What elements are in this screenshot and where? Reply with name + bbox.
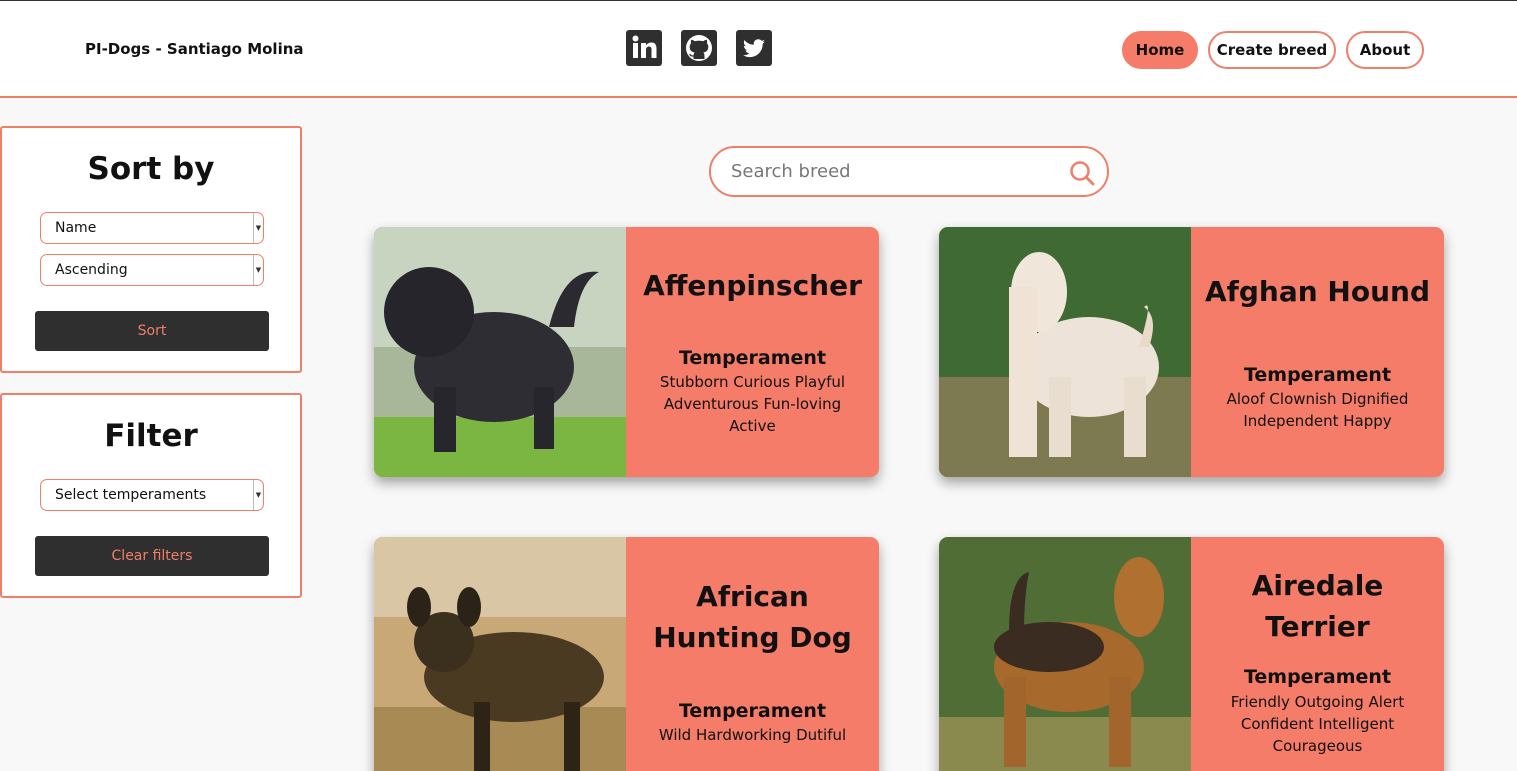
- sort-order-select[interactable]: Ascending ▼: [40, 254, 264, 286]
- chevron-down-icon: ▼: [253, 255, 263, 285]
- search-input[interactable]: [731, 161, 1061, 182]
- nav-home-button[interactable]: Home: [1122, 31, 1198, 69]
- breed-image: [374, 227, 626, 477]
- sort-field-value: Name: [55, 220, 97, 236]
- temperament-heading: Temperament: [1243, 364, 1392, 386]
- chevron-down-icon: ▼: [253, 213, 263, 243]
- temperament-heading: Temperament: [678, 700, 827, 722]
- breed-card[interactable]: Affenpinscher Temperament Stubborn Curio…: [374, 227, 879, 477]
- breed-name: Airedale Terrier: [1251, 569, 1384, 643]
- breed-image: [939, 227, 1191, 477]
- clear-filters-button[interactable]: Clear filters: [35, 536, 269, 576]
- github-icon[interactable]: [681, 30, 717, 66]
- filter-panel: Filter Select temperaments ▼ Clear filte…: [0, 393, 302, 598]
- sort-button[interactable]: Sort: [35, 311, 269, 351]
- breed-card[interactable]: Airedale Terrier Temperament Friendly Ou…: [939, 537, 1444, 771]
- sort-title: Sort by: [87, 151, 215, 187]
- temperament-heading: Temperament: [678, 347, 827, 369]
- nav-about-button[interactable]: About: [1346, 31, 1424, 69]
- breed-name: African Hunting Dog: [653, 580, 852, 654]
- sort-order-value: Ascending: [55, 262, 128, 278]
- breed-image: [939, 537, 1191, 771]
- breed-info: Airedale Terrier Temperament Friendly Ou…: [1191, 537, 1444, 771]
- temperament-list: Wild Hardworking Dutiful: [658, 726, 847, 744]
- breed-info: Affenpinscher Temperament Stubborn Curio…: [626, 227, 879, 477]
- breed-image: [374, 537, 626, 771]
- chevron-down-icon: ▼: [253, 480, 263, 510]
- temperament-list: Aloof Clownish Dignified Independent Hap…: [1226, 390, 1409, 430]
- breed-info: Afghan Hound Temperament Aloof Clownish …: [1191, 227, 1444, 477]
- sort-field-select[interactable]: Name ▼: [40, 212, 264, 244]
- temperament-list: Stubborn Curious Playful Adventurous Fun…: [659, 373, 846, 435]
- breed-name: Afghan Hound: [1205, 275, 1430, 308]
- breed-card[interactable]: Afghan Hound Temperament Aloof Clownish …: [939, 227, 1444, 477]
- sort-panel: Sort by Name ▼ Ascending ▼ Sort: [0, 126, 302, 373]
- nav-create-breed-button[interactable]: Create breed: [1208, 31, 1336, 69]
- temperament-heading: Temperament: [1243, 666, 1392, 688]
- brand-title: PI-Dogs - Santiago Molina: [85, 40, 304, 58]
- temperament-select-value: Select temperaments: [55, 487, 207, 503]
- top-header: PI-Dogs - Santiago Molina Home Create br…: [0, 0, 1517, 98]
- filter-title: Filter: [104, 418, 198, 454]
- breed-info: African Hunting Dog Temperament Wild Har…: [626, 537, 879, 771]
- temperament-select[interactable]: Select temperaments ▼: [40, 479, 264, 511]
- temperament-list: Friendly Outgoing Alert Confident Intell…: [1230, 693, 1405, 755]
- breed-name: Affenpinscher: [643, 269, 862, 302]
- linkedin-icon[interactable]: [626, 30, 662, 66]
- twitter-icon[interactable]: [736, 30, 772, 66]
- search-icon[interactable]: [1068, 159, 1096, 187]
- social-links: [626, 30, 772, 66]
- breed-card[interactable]: African Hunting Dog Temperament Wild Har…: [374, 537, 879, 771]
- search-bar: [709, 146, 1109, 197]
